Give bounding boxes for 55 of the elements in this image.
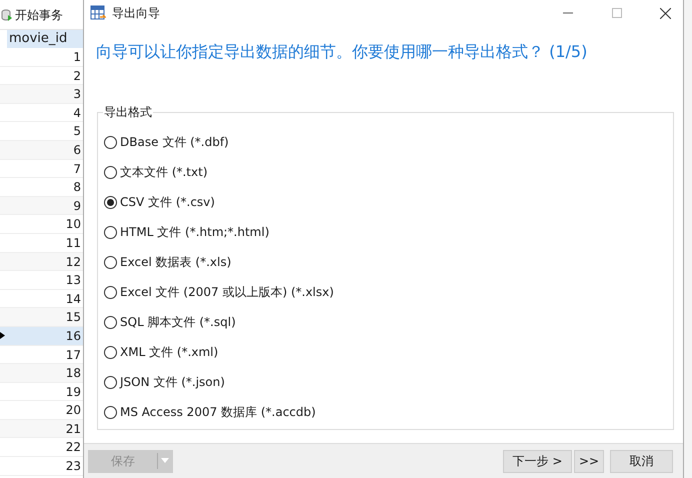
table-cell-text: 5 xyxy=(72,123,82,140)
option-label[interactable]: DBase 文件 (*.dbf) xyxy=(120,133,229,151)
option-label[interactable]: MS Access 2007 数据库 (*.accdb) xyxy=(120,403,316,421)
radio-button[interactable] xyxy=(104,196,117,208)
option-label[interactable]: JSON 文件 (*.json) xyxy=(120,373,225,391)
radio-button[interactable] xyxy=(104,256,117,268)
radio-button[interactable] xyxy=(104,316,117,328)
option-label[interactable]: Excel 数据表 (*.xls) xyxy=(120,253,232,271)
table-cell-text: 2 xyxy=(72,68,82,84)
radio-button[interactable] xyxy=(104,166,117,178)
table-cell-text: 6 xyxy=(72,142,82,159)
table-cell-text: 9 xyxy=(72,198,82,214)
table-cell-text: 15 xyxy=(64,309,82,326)
table-cell-text: 16 xyxy=(64,328,82,344)
close-icon[interactable] xyxy=(660,8,671,18)
table-cell-text: 14 xyxy=(64,290,82,308)
table-cell-text: 21 xyxy=(64,420,82,438)
radio-button[interactable] xyxy=(104,346,117,358)
option-label[interactable]: XML 文件 (*.xml) xyxy=(120,343,218,361)
table-cell-text: 13 xyxy=(64,272,82,289)
database-icon xyxy=(1,8,13,20)
option-label[interactable]: Excel 文件 (2007 或以上版本) (*.xlsx) xyxy=(120,283,334,301)
cancel-button[interactable]: 取消 xyxy=(610,450,673,472)
table-cell-text: 17 xyxy=(64,346,82,364)
option-label[interactable]: 文本文件 (*.txt) xyxy=(120,163,208,181)
table-cell-text: 11 xyxy=(64,234,82,252)
table-cell-text: 18 xyxy=(64,365,82,382)
radio-button[interactable] xyxy=(104,286,117,298)
window-title: 导出向导 xyxy=(112,5,160,22)
radio-button[interactable] xyxy=(104,406,117,418)
table-cell-text: 1 xyxy=(72,49,82,66)
option-label[interactable]: CSV 文件 (*.csv) xyxy=(120,193,215,211)
table-cell-text: 20 xyxy=(64,402,82,419)
table-cell-text: 22 xyxy=(64,439,82,456)
group-label: 导出格式 xyxy=(103,104,153,120)
table-cell-text: 12 xyxy=(64,254,82,270)
radio-button[interactable] xyxy=(104,136,117,148)
wizard-heading: 向导可以让你指定导出数据的细节。你要使用哪一种导出格式？ (1/5) xyxy=(96,41,588,63)
table-cell-text: 19 xyxy=(64,384,82,400)
row-pointer-icon xyxy=(0,332,5,340)
next-button[interactable]: 下一步 > xyxy=(503,450,572,472)
table-cell-text: 8 xyxy=(72,179,82,196)
column-header[interactable]: movie_id xyxy=(7,30,84,48)
table-cell-text: 7 xyxy=(72,160,82,178)
last-step-button[interactable]: >> xyxy=(574,450,604,472)
option-label[interactable]: HTML 文件 (*.htm;*.html) xyxy=(120,223,270,241)
radio-button[interactable] xyxy=(104,226,117,238)
table-cell-text: 4 xyxy=(72,104,82,122)
table-cell-text: 3 xyxy=(72,86,82,103)
toolbar-button[interactable]: 开始事务 xyxy=(1,6,63,24)
radio-button[interactable] xyxy=(104,376,117,388)
table-cell-text: 10 xyxy=(64,216,82,233)
table-icon xyxy=(90,5,106,21)
table-cell-text: 23 xyxy=(64,458,82,475)
option-label[interactable]: SQL 脚本文件 (*.sql) xyxy=(120,313,236,331)
